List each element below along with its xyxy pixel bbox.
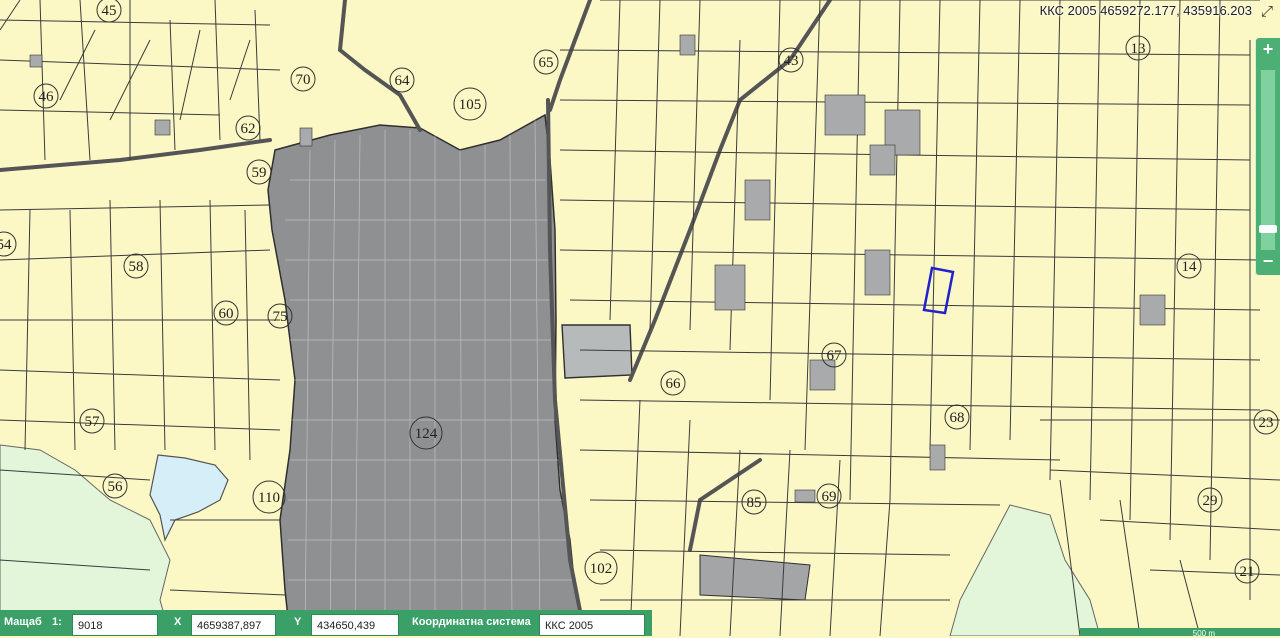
parcel-number: 57: [85, 414, 101, 430]
parcel-number: 64: [395, 73, 411, 89]
parcel-number: 105: [459, 97, 482, 113]
scale-field[interactable]: 9018: [72, 614, 158, 636]
parcel-number: 46: [39, 89, 55, 105]
parcel-number: 69: [822, 489, 837, 505]
stadium: [561, 324, 633, 379]
coordinate-readout: ККС 2005 4659272.177, 435916.203: [1039, 3, 1252, 18]
parcel-number: 56: [108, 479, 124, 495]
y-label: Y: [294, 616, 302, 628]
parcel-number: 68: [950, 410, 965, 426]
y-coordinate-field[interactable]: 434650,439: [311, 614, 399, 636]
scale-label: Мащаб: [4, 616, 42, 628]
crs-select[interactable]: ККС 2005: [539, 614, 645, 636]
parcel-number: 45: [102, 3, 117, 19]
parcel-number: 59: [252, 165, 267, 181]
x-coordinate-field[interactable]: 4659387,897: [191, 614, 276, 636]
parcel-number: 102: [590, 561, 613, 577]
parcel-number: 110: [258, 490, 280, 506]
parcel-number: 60: [219, 306, 234, 322]
scale-prefix: 1:: [52, 616, 62, 628]
parcel-number: 14: [1182, 259, 1198, 275]
parcel-number: 70: [296, 72, 311, 88]
parcel-number: 21: [1240, 564, 1255, 580]
crs-label: Координатна система: [412, 616, 531, 628]
parcel-number: 23: [1259, 415, 1274, 431]
parcel-number: 85: [747, 495, 762, 511]
cadastral-map[interactable]: 45 46 70 64 65 105 43 13 62 59 58 54 60 75 14 67 66 68 57 1…: [0, 0, 1280, 636]
parcel-number: 58: [129, 259, 144, 275]
status-bar: Мащаб 1: 9018 X 4659387,897 Y 434650,439…: [0, 610, 652, 636]
x-label: X: [174, 616, 182, 628]
parcel-number: 62: [241, 121, 256, 137]
scale-bar-text: 500 m: [1192, 629, 1215, 638]
parcel-number: 67: [827, 348, 843, 364]
zoom-in-button[interactable]: +: [1256, 38, 1280, 60]
expand-icon[interactable]: ⤢: [1256, 2, 1278, 22]
scale-bar: 500 m: [1080, 628, 1280, 638]
zoom-out-button[interactable]: −: [1256, 250, 1280, 272]
parcel-number: 54: [0, 237, 12, 253]
parcel-number: 66: [666, 376, 682, 392]
parcel-number: 124: [415, 426, 438, 442]
zoom-control[interactable]: + −: [1256, 38, 1280, 275]
parcel-number: 43: [784, 53, 799, 69]
zoom-slider-track[interactable]: [1261, 70, 1275, 250]
parcel-number: 65: [539, 55, 554, 71]
parcel-number: 75: [273, 309, 288, 325]
zoom-slider-thumb[interactable]: [1259, 224, 1277, 233]
parcel-number: 29: [1203, 493, 1218, 509]
parcel-number: 13: [1131, 41, 1146, 57]
